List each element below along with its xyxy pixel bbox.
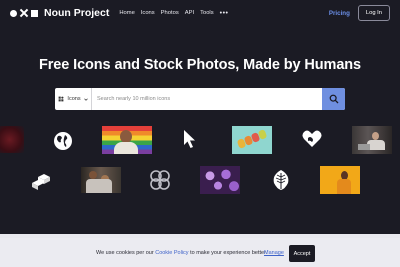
search-type-select[interactable]: Icons bbox=[55, 88, 92, 110]
circles-pattern-icon[interactable] bbox=[148, 168, 172, 192]
login-button[interactable]: Log In bbox=[357, 5, 390, 21]
search-type-label: Icons bbox=[67, 96, 81, 102]
nav-link-photos[interactable]: Photos bbox=[161, 10, 179, 16]
hero-title: Free Icons and Stock Photos, Made by Hum… bbox=[38, 57, 362, 73]
brand-name[interactable]: Noun Project bbox=[44, 7, 109, 19]
pride-flag-person-photo[interactable] bbox=[102, 126, 152, 154]
search-button[interactable] bbox=[322, 88, 345, 110]
manage-cookies-link[interactable]: Manage bbox=[264, 250, 284, 256]
nav-links: Home Icons Photos API Tools ••• bbox=[119, 10, 229, 17]
logo-x-icon bbox=[20, 9, 28, 17]
cookie-policy-link[interactable]: Cookie Policy bbox=[155, 250, 188, 256]
logo-square-icon bbox=[31, 9, 38, 17]
nav-link-api[interactable]: API bbox=[185, 10, 194, 16]
family-photo[interactable] bbox=[81, 167, 121, 193]
search-bar: Icons bbox=[55, 88, 345, 110]
accept-cookies-button[interactable]: Accept bbox=[289, 245, 315, 262]
woman-yellow-photo[interactable] bbox=[320, 166, 360, 194]
gummy-bears-photo[interactable] bbox=[232, 126, 272, 154]
pricing-link[interactable]: Pricing bbox=[329, 10, 350, 17]
globe-icon[interactable] bbox=[52, 130, 74, 152]
dark-red-texture-photo[interactable] bbox=[0, 126, 24, 153]
more-horizontal-icon[interactable]: ••• bbox=[220, 10, 229, 17]
nav-right: Pricing Log In bbox=[329, 5, 390, 21]
leaf-icon[interactable] bbox=[270, 168, 292, 192]
top-nav: Noun Project Home Icons Photos API Tools… bbox=[0, 0, 400, 26]
logo-circle-icon bbox=[10, 9, 17, 17]
nav-link-icons[interactable]: Icons bbox=[141, 10, 155, 16]
search-input[interactable] bbox=[92, 88, 322, 110]
nav-link-tools[interactable]: Tools bbox=[200, 10, 214, 16]
icons-type-icon bbox=[59, 96, 64, 102]
heart-hands-icon[interactable] bbox=[300, 127, 324, 151]
logo[interactable] bbox=[10, 9, 38, 17]
purple-flowers-photo[interactable] bbox=[200, 166, 240, 194]
cookie-text-before: We use cookies per our bbox=[96, 250, 156, 256]
cookie-text-after: to make your experience better. bbox=[188, 250, 268, 256]
person-laptop-photo[interactable] bbox=[352, 126, 392, 154]
nav-link-home[interactable]: Home bbox=[119, 10, 134, 16]
chevron-down-icon bbox=[83, 98, 88, 101]
search-icon bbox=[329, 94, 338, 104]
cookie-message: We use cookies per our Cookie Policy to … bbox=[96, 250, 267, 256]
cursor-arrow-icon[interactable] bbox=[182, 128, 198, 150]
stairs-blocks-icon[interactable] bbox=[29, 168, 53, 192]
cookie-banner: We use cookies per our Cookie Policy to … bbox=[0, 238, 400, 267]
